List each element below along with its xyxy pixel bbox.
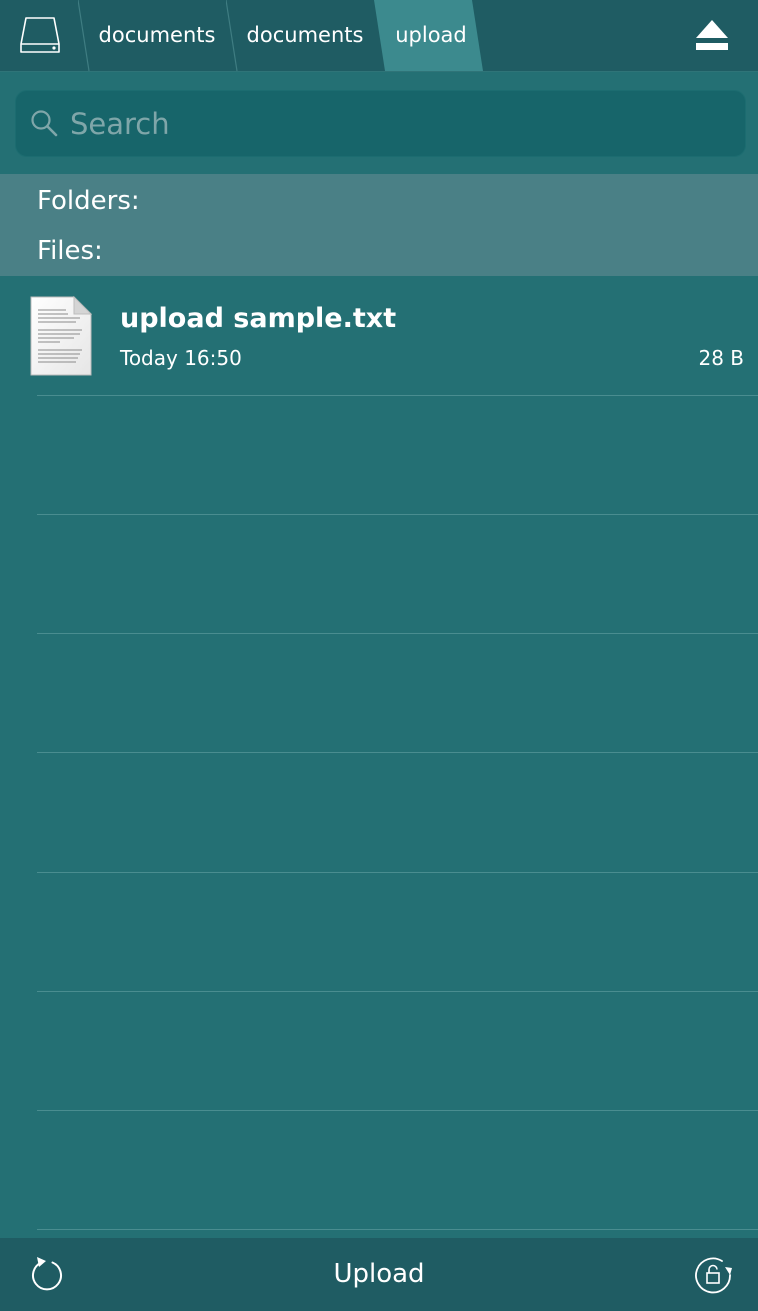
- top-navigation-bar: documents documents upload: [0, 0, 758, 72]
- row-separator: [37, 1229, 758, 1230]
- disk-icon[interactable]: [18, 14, 62, 56]
- bottom-toolbar: Upload: [0, 1238, 758, 1311]
- refresh-icon[interactable]: [28, 1255, 66, 1293]
- file-size: 28 B: [698, 346, 744, 370]
- file-name: upload sample.txt: [120, 303, 397, 334]
- folders-heading: Folders:: [37, 186, 140, 216]
- rotation-lock-icon[interactable]: [692, 1253, 734, 1295]
- upload-button[interactable]: Upload: [279, 1254, 479, 1294]
- files-heading: Files:: [37, 236, 103, 266]
- search-bar: [15, 90, 746, 157]
- row-separator: [37, 514, 758, 515]
- row-separator: [37, 752, 758, 753]
- file-row[interactable]: upload sample.txt Today 16:50 28 B: [0, 277, 758, 395]
- row-separator: [37, 872, 758, 873]
- row-separator: [37, 991, 758, 992]
- breadcrumb-item-documents-1[interactable]: documents: [86, 0, 228, 71]
- file-modified-date: Today 16:50: [120, 346, 242, 370]
- row-separator: [37, 395, 758, 396]
- row-separator: [37, 633, 758, 634]
- breadcrumb-item-documents-2[interactable]: documents: [234, 0, 376, 71]
- search-input[interactable]: [68, 101, 732, 147]
- row-separator: [37, 1110, 758, 1111]
- section-header: Folders: Files:: [0, 174, 758, 276]
- breadcrumb-item-upload[interactable]: upload: [382, 0, 480, 71]
- eject-icon[interactable]: [694, 18, 730, 52]
- text-document-icon: [30, 296, 92, 376]
- search-icon: [31, 110, 58, 137]
